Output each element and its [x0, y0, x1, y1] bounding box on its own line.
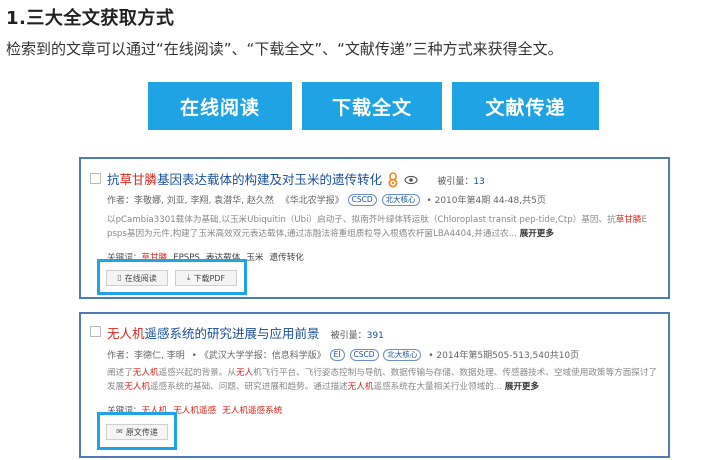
- expand-more-link[interactable]: 展开更多: [520, 229, 554, 239]
- article-abstract: 阐述了无人机遥感兴起的背景。从无人机飞行平台、飞行姿态控制与导航、数据传输与存储…: [107, 368, 658, 392]
- download-icon: ⤓: [186, 273, 191, 282]
- tag-badge: 北大核心: [383, 349, 422, 361]
- cited-count: 被引量：13: [437, 177, 485, 187]
- intro-text: 检索到的文章可以通过“在线阅读”、“下载全文”、“文献传递”三种方式来获得全文。: [6, 40, 563, 58]
- tag-badge: CSCD: [347, 194, 377, 206]
- tag-badge: EI: [329, 349, 345, 361]
- issue-info: • 2010年第4期 44-48,共5页: [426, 196, 546, 206]
- online-read-method-button[interactable]: 在线阅读: [148, 82, 292, 130]
- article-title-row: 抗草甘膦基因表达载体的构建及对玉米的遗传转化 被引量：13: [107, 169, 485, 188]
- article-card-2: 无人机遥感系统的研究进展与应用前景 被引量：391 作者：李德仁, 李明 • 《…: [79, 312, 670, 458]
- article-title[interactable]: 抗草甘膦基因表达载体的构建及对玉米的遗传转化: [107, 172, 382, 187]
- mail-icon: ✉: [116, 427, 123, 436]
- journal-name[interactable]: • 《武汉大学学报：信息科学版》: [192, 351, 326, 361]
- online-read-button[interactable]: ▯ 在线阅读: [106, 270, 168, 286]
- document-delivery-button[interactable]: ✉ 原文传递: [106, 424, 168, 440]
- keyword[interactable]: 遗传转化: [270, 253, 304, 263]
- download-pdf-button[interactable]: ⤓ 下载PDF: [175, 270, 237, 286]
- preview-eye-icon[interactable]: [404, 175, 418, 185]
- book-icon: ▯: [117, 273, 122, 282]
- keyword[interactable]: 无人机遥感系统: [222, 406, 282, 416]
- section-heading: 1.三大全文获取方式: [6, 8, 175, 29]
- tag-badge: CSCD: [349, 349, 379, 361]
- journal-name[interactable]: 《华北农学报》: [281, 196, 344, 206]
- article-meta-row: 作者：李德仁, 李明 • 《武汉大学学报：信息科学版》 EI CSCD 北大核心…: [107, 349, 580, 361]
- article-abstract: 以pCambia3301载体为基础,以玉米Ubiquitin（Ubi）启动子、拟…: [107, 215, 647, 239]
- document-delivery-method-button[interactable]: 文献传递: [452, 82, 599, 130]
- article-title[interactable]: 无人机遥感系统的研究进展与应用前景: [107, 326, 320, 341]
- tag-badge: 北大核心: [381, 194, 420, 206]
- download-method-button[interactable]: 下载全文: [302, 82, 442, 130]
- cited-count: 被引量：391: [330, 331, 384, 341]
- authors[interactable]: 李敬娜, 刘亚, 李翔, 袁潜华, 赵久然: [134, 196, 274, 206]
- actions-highlight: ▯ 在线阅读 ⤓ 下载PDF: [97, 259, 247, 295]
- issue-info: • 2014年第5期505-513,540共10页: [428, 351, 580, 361]
- expand-more-link[interactable]: 展开更多: [505, 382, 539, 392]
- article-title-row: 无人机遥感系统的研究进展与应用前景 被引量：391: [107, 323, 384, 342]
- select-checkbox[interactable]: [90, 326, 101, 337]
- keyword[interactable]: 无人机遥感: [173, 406, 216, 416]
- select-checkbox[interactable]: [90, 173, 101, 184]
- open-access-icon: [388, 172, 398, 188]
- keyword[interactable]: 玉米: [246, 253, 263, 263]
- method-buttons: 在线阅读 下载全文 文献传递: [148, 82, 599, 130]
- article-card-1: 抗草甘膦基因表达载体的构建及对玉米的遗传转化 被引量：13 作者：李敬娜, 刘亚…: [79, 157, 670, 299]
- authors[interactable]: 李德仁, 李明: [134, 351, 185, 361]
- actions-highlight: ✉ 原文传递: [97, 412, 177, 450]
- article-meta-row: 作者：李敬娜, 刘亚, 李翔, 袁潜华, 赵久然 《华北农学报》 CSCD 北大…: [107, 194, 546, 206]
